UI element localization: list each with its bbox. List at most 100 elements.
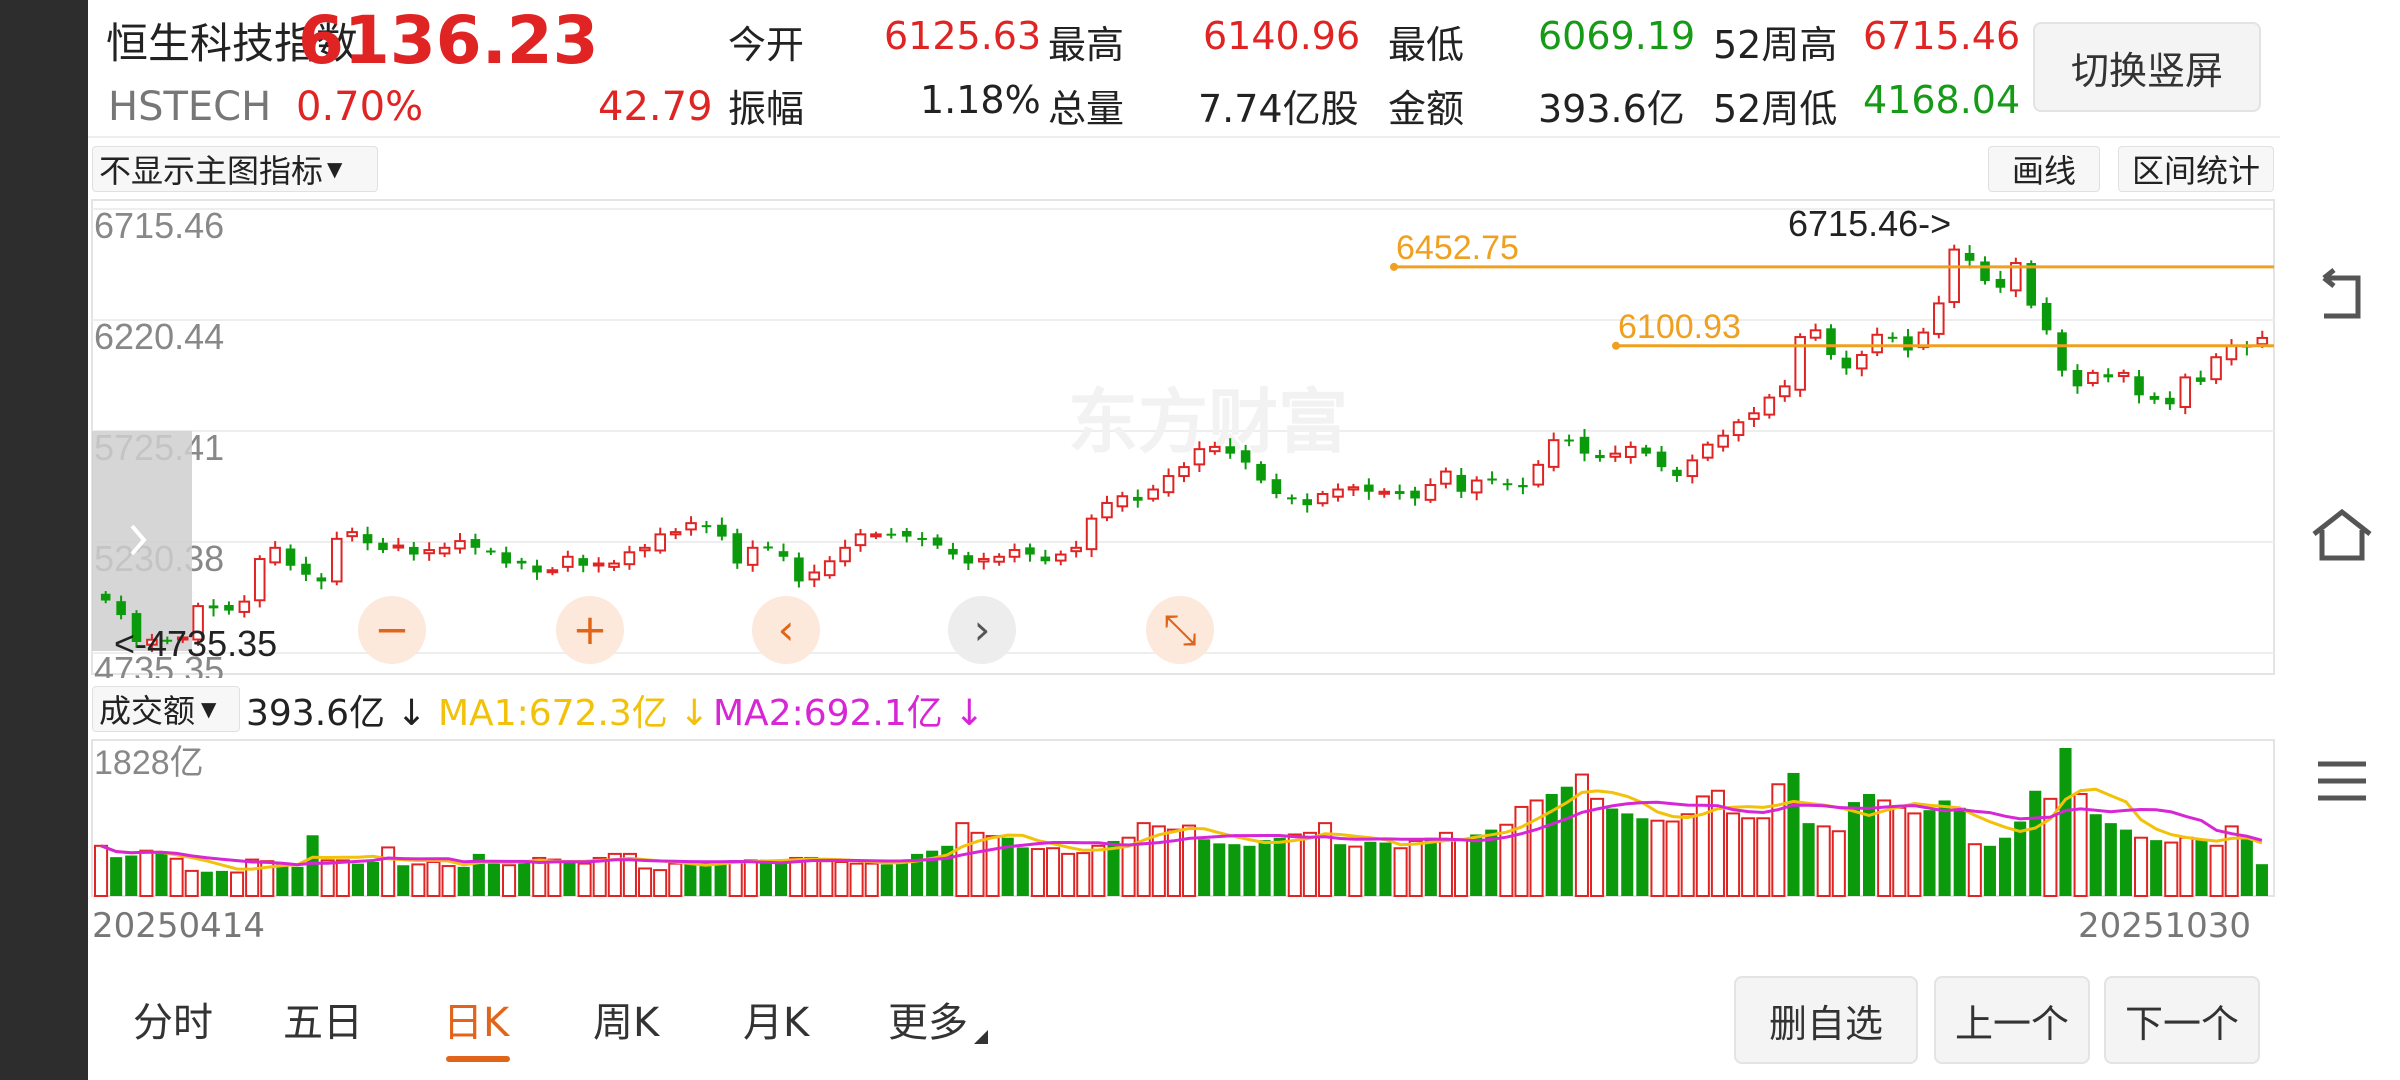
candle-body-down — [1040, 556, 1051, 562]
candle-body-down — [717, 524, 727, 537]
candle-body-up — [977, 558, 990, 563]
volume-bar-up — [728, 860, 743, 897]
range-stats-button[interactable]: 区间统计 — [2118, 146, 2274, 192]
candle-body-up — [592, 562, 605, 567]
back-icon[interactable] — [2310, 268, 2374, 328]
draw-line-button[interactable]: 画线 — [1988, 146, 2100, 192]
week52-high-value: 6715.46 — [1863, 14, 2021, 58]
candle-body-down — [1656, 451, 1667, 468]
volume-bar-up — [804, 856, 819, 898]
candle-body-up — [1609, 452, 1622, 458]
volume-bar-down — [1787, 772, 1800, 896]
chevron-right-icon: › — [974, 605, 991, 654]
candle-body-up — [1440, 470, 1452, 485]
candle-body-down — [886, 533, 897, 536]
chevron-left-button[interactable]: ‹ — [752, 596, 820, 664]
volume-bar-up — [2209, 844, 2224, 897]
candle-body-down — [901, 530, 912, 537]
volume-bar-down — [487, 861, 500, 896]
tab-intraday[interactable]: 分时 — [133, 990, 213, 1048]
volume-bar-up — [1076, 852, 1091, 897]
candle-body-up — [1748, 412, 1760, 420]
menu-icon[interactable] — [2314, 756, 2370, 806]
volume-bar-down — [200, 871, 213, 896]
candle-body-down — [2041, 302, 2052, 331]
volume-bar-down — [1847, 802, 1860, 896]
candle-body-down — [1394, 491, 1405, 494]
tab-daily-k[interactable]: 日K — [443, 990, 509, 1048]
candle-body-up — [1856, 353, 1868, 370]
candle-body-down — [1240, 450, 1251, 463]
volume-bar-down — [397, 865, 410, 896]
volume-bar-up — [320, 859, 335, 897]
change-percent: 0.70% — [296, 84, 424, 130]
volume-max-label: 1828亿 — [94, 744, 204, 782]
candle-body-down — [1410, 490, 1420, 499]
candle-body-up — [1054, 553, 1067, 562]
tab-weekly-k[interactable]: 周K — [593, 990, 659, 1048]
candle-body-up — [1933, 302, 1945, 335]
zoom-in-button[interactable]: + — [556, 596, 624, 664]
volume-bar-up — [864, 862, 879, 897]
candle-body-down — [1364, 484, 1374, 492]
tab-monthly-k[interactable]: 月K — [743, 990, 809, 1048]
volume-indicator-select[interactable]: 成交额 ▼ — [92, 686, 240, 732]
candle-body-up — [993, 555, 1005, 563]
candle-body-down — [285, 548, 296, 566]
volume-bar-up — [849, 862, 864, 897]
volume-bar-up — [1877, 799, 1892, 897]
remove-watchlist-button[interactable]: 删自选 — [1734, 976, 1918, 1064]
volume-chart[interactable]: 1828亿 — [88, 738, 2280, 898]
volume-bar-up — [1046, 847, 1061, 897]
switch-portrait-button[interactable]: 切换竖屏 — [2033, 22, 2261, 112]
candle-body-down — [732, 533, 743, 564]
volume-bar-down — [1379, 842, 1392, 896]
volume-bar-up — [955, 822, 970, 897]
volume-bar-up — [1514, 805, 1529, 897]
volume-bar-up — [1816, 825, 1831, 897]
candle-body-down — [486, 550, 496, 553]
volume-bar-down — [518, 861, 531, 896]
volume-bar-up — [1680, 813, 1695, 897]
candle-body-down — [578, 558, 589, 566]
volume-bar-down — [684, 861, 697, 896]
current-price: 6136.23 — [298, 2, 599, 79]
candle-body-up — [2210, 356, 2222, 381]
zoom-out-button[interactable]: − — [358, 596, 426, 664]
amount-label: 金额 — [1388, 87, 1465, 131]
home-icon[interactable] — [2308, 506, 2376, 564]
volume-bar-up — [1136, 822, 1151, 897]
volume-bar-down — [1636, 818, 1649, 896]
volume-bar-up — [1892, 806, 1907, 897]
candle-body-down — [1595, 454, 1605, 459]
candle-body-down — [1564, 439, 1574, 442]
index-code: HSTECH — [108, 84, 272, 130]
candle-body-up — [1008, 549, 1021, 558]
candle-body-up — [392, 544, 405, 549]
candle-body-down — [1287, 497, 1297, 500]
next-button[interactable]: 下一个 — [2104, 976, 2260, 1064]
volume-bar-up — [2179, 836, 2194, 898]
volume-bar-down — [1364, 841, 1377, 896]
tab-more[interactable]: 更多 — [888, 990, 968, 1048]
candle-body-up — [870, 533, 882, 538]
volume-bar-down — [1213, 843, 1226, 896]
chevron-right-button[interactable]: › — [948, 596, 1016, 664]
volume-bar-down — [110, 857, 123, 896]
volume-value: 7.74亿股 — [1198, 87, 1359, 131]
tab-five-day[interactable]: 五日 — [283, 990, 363, 1048]
candle-body-up — [1948, 248, 1960, 304]
volume-bar-down — [1802, 823, 1815, 896]
indicator-select[interactable]: 不显示主图指标 ▼ — [92, 146, 378, 192]
change-value: 42.79 — [598, 84, 713, 130]
volume-bar-up — [819, 860, 834, 897]
more-corner-icon — [974, 1030, 988, 1044]
low-label: 最低 — [1388, 23, 1465, 67]
collapse-button[interactable]: ⤡ — [1146, 596, 1214, 664]
previous-button[interactable]: 上一个 — [1934, 976, 2090, 1064]
candle-body-down — [208, 605, 219, 609]
volume-bar-down — [1606, 808, 1619, 896]
candlestick-chart[interactable]: 6715.466220.445725.415230.384735.35东方财富6… — [88, 196, 2280, 678]
volume-bar-down — [2059, 748, 2072, 896]
candle-body-up — [1701, 443, 1714, 459]
